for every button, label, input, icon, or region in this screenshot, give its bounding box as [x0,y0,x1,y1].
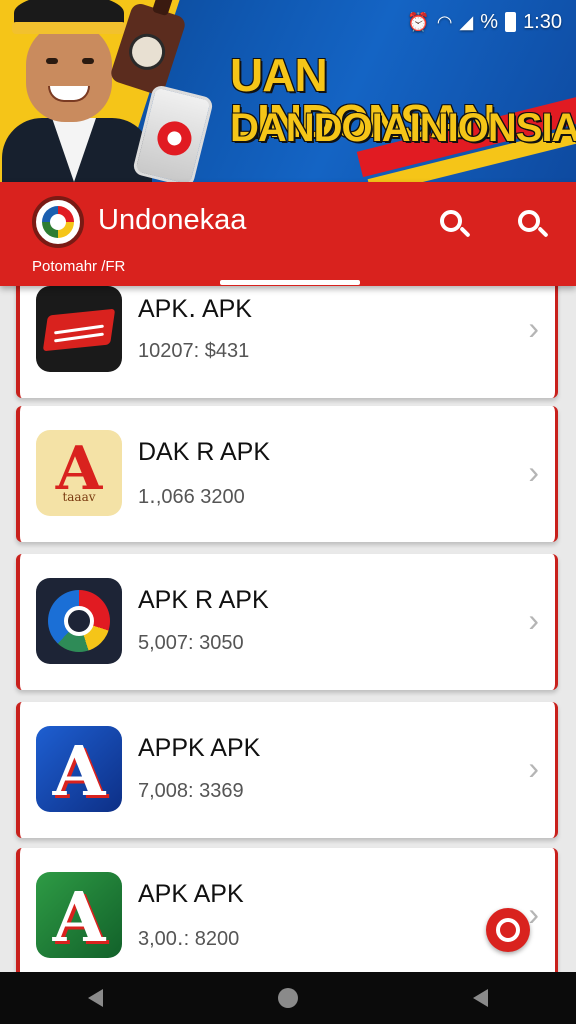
app-list: APK․ APK 10207: $431 › A taaav DAK R APK… [0,286,576,972]
list-item-app-1[interactable]: APK․ APK 10207: $431 › [16,286,558,398]
list-item-app-4[interactable]: A APPK APK 7,008: 3369 › [16,702,558,838]
app-name: DAK R APK [138,438,270,466]
chevron-right-icon: › [528,750,539,786]
app-name: APPK APK [138,734,261,762]
app-name: APK․ APK [138,295,252,323]
signal-icon: ◢ [459,11,474,32]
system-nav-bar [0,972,576,1024]
list-item-app-2[interactable]: A taaav DAK R APK 1․,066 3200 › [16,406,558,542]
chevron-right-icon: › [528,602,539,638]
app-title: Undonekaa [98,204,247,236]
recents-icon[interactable] [473,989,489,1007]
promo-banner[interactable]: ⏰ ◠ ◢ % 1:30 UAN LINDONSAN DANDOIAINIONS… [0,0,576,182]
list-item-app-5[interactable]: A APK APK 3,00․: 8200 › [16,848,558,972]
ring-icon [36,578,122,664]
app-subtitle: Potomahr /FR [32,258,126,275]
search-icon[interactable] [516,208,550,242]
app-logo-icon[interactable] [32,196,84,248]
icon-caption: taaav [62,490,96,504]
home-icon[interactable] [277,988,298,1008]
letter-a-icon: A [36,726,122,812]
alarm-icon: ⏰ [407,11,430,32]
battery-percent: % [480,10,499,33]
banner-headline-line2: DANDOIAINIONSIA [230,106,576,150]
app-meta: 7,008: 3369 [138,780,244,802]
app-bar: Undonekaa Potomahr /FR [0,182,576,286]
letter-a-icon: A taaav [36,430,122,516]
status-bar: ⏰ ◠ ◢ % 1:30 [407,8,562,36]
app-name: APK R APK [138,586,269,614]
back-icon[interactable] [87,989,103,1007]
floating-action-button[interactable] [486,908,530,952]
letter-a-icon: A [36,872,122,958]
list-item-app-3[interactable]: APK R APK 5,007: 3050 › [16,554,558,690]
red-wave-icon [36,286,122,372]
search-icon[interactable] [438,208,472,242]
tab-indicator [220,280,360,285]
app-meta: 1․,066 3200 [138,486,245,508]
status-time: 1:30 [523,10,562,33]
app-meta: 3,00․: 8200 [138,928,240,950]
app-meta: 5,007: 3050 [138,632,244,654]
app-meta: 10207: $431 [138,340,250,362]
app-name: APK APK [138,880,244,908]
chevron-right-icon: › [528,454,539,490]
chevron-right-icon: › [528,310,539,346]
wifi-icon: ◠ [436,11,453,32]
battery-icon [505,12,517,32]
app-screen: ⏰ ◠ ◢ % 1:30 UAN LINDONSAN DANDOIAINIONS… [0,0,576,1024]
